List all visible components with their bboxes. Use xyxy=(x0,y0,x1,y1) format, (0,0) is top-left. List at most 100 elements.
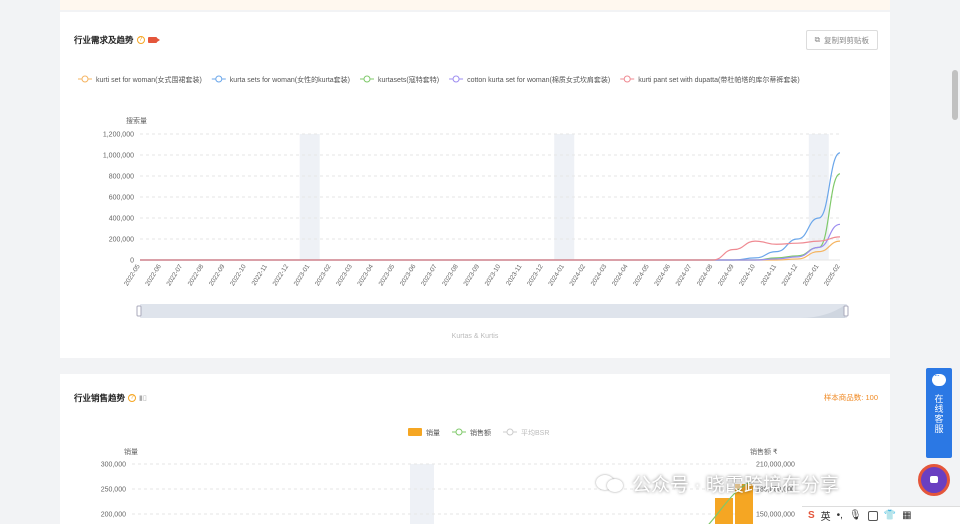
sales-trend-chart: 销量 销售额 平均BSR销量 销售额 ₹300,000 210,000,000250,0… xyxy=(101,428,795,524)
x-tick-label: 2022-12 xyxy=(272,263,291,287)
y-tick-label-left: 250,000 xyxy=(101,487,126,494)
online-service-label: 在线客服 xyxy=(933,394,944,434)
x-tick-label: 2022-08 xyxy=(187,263,206,287)
wechat-logo-icon xyxy=(596,473,626,495)
x-tick-label: 2024-05 xyxy=(632,263,651,287)
x-tick-label: 2023-03 xyxy=(335,263,354,287)
legend-marker xyxy=(623,75,631,83)
x-tick-label: 2023-01 xyxy=(293,263,312,287)
x-tick-label: 2024-09 xyxy=(717,263,736,287)
brand-label: Kurtas & Kurtis xyxy=(452,333,499,340)
page-scrollbar-thumb[interactable] xyxy=(952,70,958,120)
zoom-slider-track xyxy=(140,304,847,318)
bar xyxy=(715,498,733,524)
y-axis-label: 搜索量 xyxy=(126,116,147,125)
y-axis-label-left: 销量 xyxy=(124,447,138,456)
legend-item[interactable]: 销售额 xyxy=(452,428,491,437)
y-tick-label: 800,000 xyxy=(109,174,134,181)
x-tick-label: 2023-08 xyxy=(441,263,460,287)
legend-label: cotton kurta set for woman(棉质女式坎肩套装) xyxy=(467,75,610,84)
series-line xyxy=(140,236,841,261)
legend-label: 销量 xyxy=(426,428,440,437)
zoom-handle-left xyxy=(136,305,142,317)
x-tick-label: 2024-11 xyxy=(760,263,779,287)
x-tick-label: 2023-11 xyxy=(505,263,524,287)
watermark: 公众号 · 晓霞跨境在分享 xyxy=(596,470,839,497)
y-tick-label: 1,200,000 xyxy=(103,132,134,139)
legend-item[interactable]: cotton kurta set for woman(棉质女式坎肩套装) xyxy=(449,75,610,84)
legend-marker xyxy=(455,428,463,436)
y-tick-label-left: 200,000 xyxy=(101,512,126,519)
legend-label: kurta sets for woman(女性的kurta套装) xyxy=(230,75,350,84)
toolbox-icon[interactable]: ▦ xyxy=(902,510,911,521)
legend-marker xyxy=(452,75,460,83)
y-tick-label: 0 xyxy=(130,258,134,265)
legend-marker xyxy=(81,75,89,83)
x-tick-label: 2023-10 xyxy=(484,263,503,287)
x-tick-label: 2024-12 xyxy=(781,263,800,287)
x-tick-label: 2024-02 xyxy=(569,263,588,287)
x-tick-label: 2023-04 xyxy=(356,263,375,287)
legend-marker xyxy=(363,75,371,83)
search-volume-line-chart: kurti set for woman(女式围裙套装) kurta sets fo… xyxy=(78,75,849,340)
watermark-text: 公众号 · 晓霞跨境在分享 xyxy=(632,475,839,496)
highlight-band xyxy=(554,134,575,260)
legend-label: 销售额 xyxy=(470,428,491,437)
highlight-band xyxy=(410,464,434,524)
x-tick-label: 2023-09 xyxy=(463,263,482,287)
x-tick-label: 2024-06 xyxy=(653,263,672,287)
legend-marker xyxy=(408,428,422,436)
legend-item[interactable]: 销量 xyxy=(408,428,440,437)
sales-trend-card: 行业销售趋势 ? ▮▯ 样本商品数: 100 销量 销售额 平均BSR 销量 销售额 ₹… xyxy=(60,374,890,524)
x-tick-label: 2023-05 xyxy=(378,263,397,287)
y-tick-label-left: 300,000 xyxy=(101,462,126,469)
x-tick-label: 2025-02 xyxy=(823,263,842,287)
series-line xyxy=(140,173,841,261)
x-tick-label: 2022-10 xyxy=(229,263,248,287)
x-tick-label: 2022-05 xyxy=(123,263,142,287)
x-tick-label: 2022-07 xyxy=(166,263,185,287)
x-tick-label: 2022-06 xyxy=(144,263,163,287)
zoom-handle-right xyxy=(843,305,849,317)
legend-item[interactable]: 平均BSR xyxy=(503,428,549,437)
y-tick-label: 1,000,000 xyxy=(103,153,134,160)
x-tick-label: 2023-12 xyxy=(526,263,545,287)
y-tick-label-right: 150,000,000 xyxy=(756,512,795,519)
x-tick-label: 2023-07 xyxy=(420,263,439,287)
legend-item[interactable]: kurti pant set with dupatta(带杜帕塔的库尔蒂裤套装) xyxy=(620,75,800,84)
legend-label: 平均BSR xyxy=(521,428,549,437)
microphone-icon[interactable]: 🎙 xyxy=(849,510,862,521)
y-tick-label: 200,000 xyxy=(109,237,134,244)
x-tick-label: 2023-02 xyxy=(314,263,333,287)
assistant-avatar-button[interactable] xyxy=(918,464,950,496)
legend-marker xyxy=(215,75,223,83)
x-tick-label: 2024-01 xyxy=(547,263,566,287)
punctuation-icon[interactable]: •, xyxy=(837,510,843,521)
ime-language-toggle[interactable]: 英 xyxy=(821,508,831,523)
top-notice-strip xyxy=(60,0,890,10)
legend-item[interactable]: kurtasets(寇特套特) xyxy=(360,75,439,84)
legend-label: kurti pant set with dupatta(带杜帕塔的库尔蒂裤套装) xyxy=(638,75,799,84)
keyboard-icon[interactable] xyxy=(867,510,878,521)
sogou-ime-icon[interactable]: S xyxy=(808,510,815,521)
system-taskbar: S 英 •, 🎙 👕 ▦ xyxy=(802,506,960,524)
x-tick-label: 2024-04 xyxy=(611,263,630,287)
y-tick-label-right: 210,000,000 xyxy=(756,462,795,469)
x-tick-label: 2024-03 xyxy=(590,263,609,287)
legend-label: kurti set for woman(女式围裙套装) xyxy=(96,75,202,84)
series-line xyxy=(140,152,841,261)
y-tick-label: 400,000 xyxy=(109,216,134,223)
demand-trend-card: 行业需求及趋势 ? ⧉ 复制到剪贴板 kurti set for woman(女… xyxy=(60,12,890,358)
online-service-button[interactable]: 在线客服 xyxy=(926,368,952,458)
legend-item[interactable]: kurta sets for woman(女性的kurta套装) xyxy=(211,75,350,84)
y-tick-label: 600,000 xyxy=(109,195,134,202)
x-tick-label: 2024-07 xyxy=(675,263,694,287)
legend-marker xyxy=(506,428,514,436)
series-line xyxy=(140,240,841,261)
series-line xyxy=(140,223,841,261)
x-tick-label: 2025-01 xyxy=(802,263,821,287)
legend-item[interactable]: kurti set for woman(女式围裙套装) xyxy=(78,75,202,84)
y-axis-label-right: 销售额 ₹ xyxy=(750,447,778,456)
chat-bubble-icon xyxy=(932,371,946,386)
skin-icon[interactable]: 👕 xyxy=(884,510,896,521)
